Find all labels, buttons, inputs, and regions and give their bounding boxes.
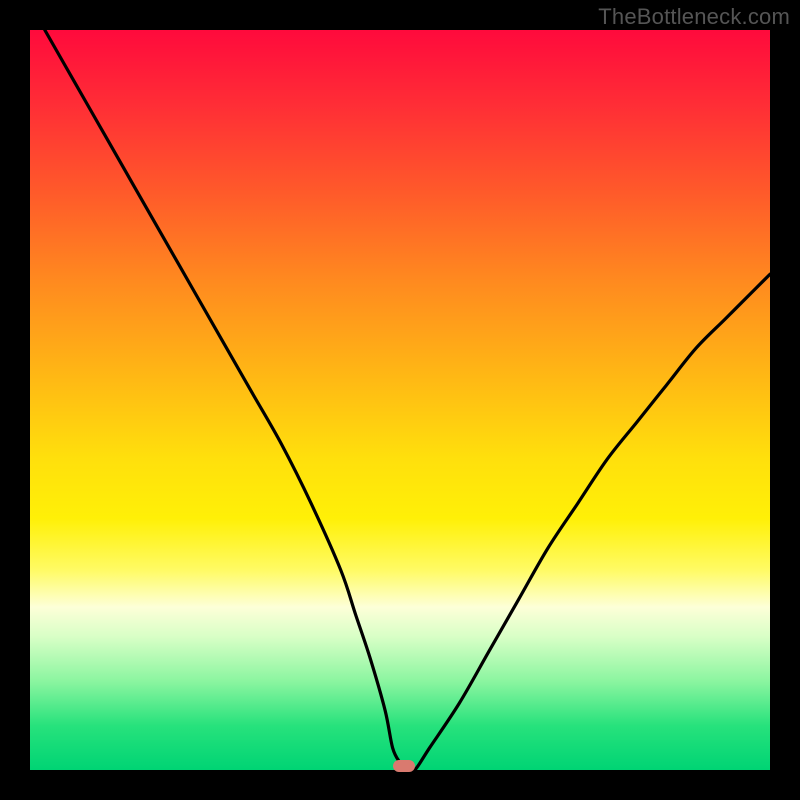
attribution-label: TheBottleneck.com <box>598 4 790 30</box>
plot-area <box>30 30 770 770</box>
chart-container: TheBottleneck.com <box>0 0 800 800</box>
optimum-marker <box>393 760 415 772</box>
bottleneck-curve <box>30 30 770 770</box>
